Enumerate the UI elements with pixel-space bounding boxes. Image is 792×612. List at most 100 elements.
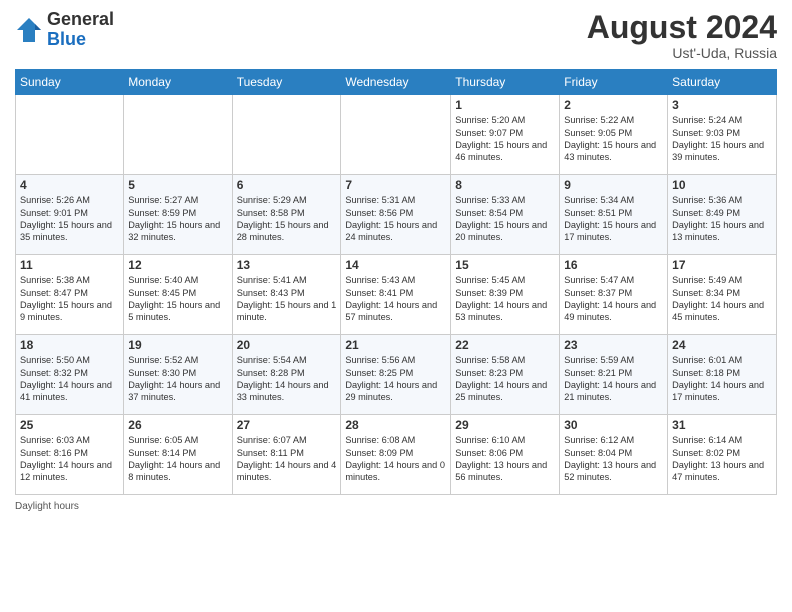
calendar-cell: 28Sunrise: 6:08 AM Sunset: 8:09 PM Dayli…: [341, 415, 451, 495]
day-info: Sunrise: 5:56 AM Sunset: 8:25 PM Dayligh…: [345, 354, 446, 404]
day-number: 14: [345, 258, 446, 272]
day-number: 28: [345, 418, 446, 432]
day-info: Sunrise: 6:01 AM Sunset: 8:18 PM Dayligh…: [672, 354, 772, 404]
day-info: Sunrise: 5:52 AM Sunset: 8:30 PM Dayligh…: [128, 354, 227, 404]
day-number: 19: [128, 338, 227, 352]
day-info: Sunrise: 6:07 AM Sunset: 8:11 PM Dayligh…: [237, 434, 337, 484]
day-number: 18: [20, 338, 119, 352]
calendar-cell: 10Sunrise: 5:36 AM Sunset: 8:49 PM Dayli…: [668, 175, 777, 255]
header: General Blue August 2024 Ust'-Uda, Russi…: [15, 10, 777, 61]
day-number: 23: [564, 338, 663, 352]
page: General Blue August 2024 Ust'-Uda, Russi…: [0, 0, 792, 612]
calendar-cell: 17 Sunrise: 5:49 AM Sunset: 8:34 PM Dayli…: [668, 255, 777, 335]
calendar-cell: 3 Sunrise: 5:24 AM Sunset: 9:03 PM Daylig…: [668, 95, 777, 175]
calendar-cell: 22 Sunrise: 5:58 AM Sunset: 8:23 PM Dayli…: [451, 335, 560, 415]
day-number: 22: [455, 338, 555, 352]
calendar-cell: 5 Sunrise: 5:27 AM Sunset: 8:59 PM Daylig…: [124, 175, 232, 255]
day-number: 7: [345, 178, 446, 192]
day-info: Sunrise: 5:38 AM Sunset: 8:47 PM Dayligh…: [20, 274, 119, 324]
day-info: Sunrise: 5:41 AM Sunset: 8:43 PM Dayligh…: [237, 274, 337, 324]
calendar-header-row: Sunday Monday Tuesday Wednesday Thursday…: [16, 70, 777, 95]
calendar-cell: 8Sunrise: 5:33 AM Sunset: 8:54 PM Daylig…: [451, 175, 560, 255]
calendar-cell: 16 Sunrise: 5:47 AM Sunset: 8:37 PM Dayli…: [560, 255, 668, 335]
day-info: Sunrise: 5:34 AM Sunset: 8:51 PM Dayligh…: [564, 194, 663, 244]
daylight-label: Daylight hours: [15, 501, 79, 512]
calendar-cell: 11 Sunrise: 5:38 AM Sunset: 8:47 PM Dayli…: [16, 255, 124, 335]
col-friday: Friday: [560, 70, 668, 95]
day-info: Sunrise: 5:33 AM Sunset: 8:54 PM Dayligh…: [455, 194, 555, 244]
calendar-cell: 20 Sunrise: 5:54 AM Sunset: 8:28 PM Dayli…: [232, 335, 341, 415]
calendar-cell: 26 Sunrise: 6:05 AM Sunset: 8:14 PM Dayli…: [124, 415, 232, 495]
calendar-table: Sunday Monday Tuesday Wednesday Thursday…: [15, 69, 777, 495]
calendar-cell: 9Sunrise: 5:34 AM Sunset: 8:51 PM Daylig…: [560, 175, 668, 255]
calendar-cell: 15Sunrise: 5:45 AM Sunset: 8:39 PM Dayli…: [451, 255, 560, 335]
calendar-cell: 18 Sunrise: 5:50 AM Sunset: 8:32 PM Dayli…: [16, 335, 124, 415]
calendar-cell: [124, 95, 232, 175]
day-number: 2: [564, 98, 663, 112]
day-info: Sunrise: 6:14 AM Sunset: 8:02 PM Dayligh…: [672, 434, 772, 484]
calendar-cell: 19 Sunrise: 5:52 AM Sunset: 8:30 PM Dayli…: [124, 335, 232, 415]
day-info: Sunrise: 5:54 AM Sunset: 8:28 PM Dayligh…: [237, 354, 337, 404]
day-number: 24: [672, 338, 772, 352]
col-sunday: Sunday: [16, 70, 124, 95]
day-info: Sunrise: 5:47 AM Sunset: 8:37 PM Dayligh…: [564, 274, 663, 324]
day-number: 1: [455, 98, 555, 112]
day-info: Sunrise: 5:27 AM Sunset: 8:59 PM Dayligh…: [128, 194, 227, 244]
logo: General Blue: [15, 10, 114, 50]
day-number: 27: [237, 418, 337, 432]
calendar-cell: 7 Sunrise: 5:31 AM Sunset: 8:56 PM Daylig…: [341, 175, 451, 255]
col-monday: Monday: [124, 70, 232, 95]
day-info: Sunrise: 5:31 AM Sunset: 8:56 PM Dayligh…: [345, 194, 446, 244]
month-title: August 2024: [587, 10, 777, 45]
day-number: 6: [237, 178, 337, 192]
calendar-cell: 1 Sunrise: 5:20 AM Sunset: 9:07 PM Daylig…: [451, 95, 560, 175]
calendar-week-2: 4Sunrise: 5:26 AM Sunset: 9:01 PM Daylig…: [16, 175, 777, 255]
calendar-cell: 29 Sunrise: 6:10 AM Sunset: 8:06 PM Dayli…: [451, 415, 560, 495]
calendar-week-1: 1 Sunrise: 5:20 AM Sunset: 9:07 PM Daylig…: [16, 95, 777, 175]
col-thursday: Thursday: [451, 70, 560, 95]
day-number: 20: [237, 338, 337, 352]
logo-icon: [15, 16, 43, 44]
day-info: Sunrise: 5:59 AM Sunset: 8:21 PM Dayligh…: [564, 354, 663, 404]
day-info: Sunrise: 5:24 AM Sunset: 9:03 PM Dayligh…: [672, 114, 772, 164]
calendar-cell: [16, 95, 124, 175]
day-number: 26: [128, 418, 227, 432]
day-info: Sunrise: 5:40 AM Sunset: 8:45 PM Dayligh…: [128, 274, 227, 324]
col-tuesday: Tuesday: [232, 70, 341, 95]
day-info: Sunrise: 6:10 AM Sunset: 8:06 PM Dayligh…: [455, 434, 555, 484]
calendar-cell: 23 Sunrise: 5:59 AM Sunset: 8:21 PM Dayli…: [560, 335, 668, 415]
title-block: August 2024 Ust'-Uda, Russia: [587, 10, 777, 61]
day-number: 3: [672, 98, 772, 112]
calendar-cell: 24 Sunrise: 6:01 AM Sunset: 8:18 PM Dayli…: [668, 335, 777, 415]
logo-blue-text: Blue: [47, 29, 86, 49]
day-info: Sunrise: 5:50 AM Sunset: 8:32 PM Dayligh…: [20, 354, 119, 404]
calendar-cell: 13Sunrise: 5:41 AM Sunset: 8:43 PM Dayli…: [232, 255, 341, 335]
day-info: Sunrise: 5:22 AM Sunset: 9:05 PM Dayligh…: [564, 114, 663, 164]
calendar-cell: 21 Sunrise: 5:56 AM Sunset: 8:25 PM Dayli…: [341, 335, 451, 415]
calendar-cell: 27 Sunrise: 6:07 AM Sunset: 8:11 PM Dayli…: [232, 415, 341, 495]
day-number: 17: [672, 258, 772, 272]
calendar-week-5: 25 Sunrise: 6:03 AM Sunset: 8:16 PM Dayli…: [16, 415, 777, 495]
day-number: 5: [128, 178, 227, 192]
day-number: 30: [564, 418, 663, 432]
calendar-week-3: 11 Sunrise: 5:38 AM Sunset: 8:47 PM Dayli…: [16, 255, 777, 335]
day-number: 29: [455, 418, 555, 432]
day-info: Sunrise: 5:20 AM Sunset: 9:07 PM Dayligh…: [455, 114, 555, 164]
day-info: Sunrise: 5:49 AM Sunset: 8:34 PM Dayligh…: [672, 274, 772, 324]
calendar-cell: 30 Sunrise: 6:12 AM Sunset: 8:04 PM Dayli…: [560, 415, 668, 495]
day-number: 12: [128, 258, 227, 272]
day-info: Sunrise: 5:43 AM Sunset: 8:41 PM Dayligh…: [345, 274, 446, 324]
day-number: 25: [20, 418, 119, 432]
day-number: 11: [20, 258, 119, 272]
day-number: 16: [564, 258, 663, 272]
day-info: Sunrise: 5:45 AM Sunset: 8:39 PM Dayligh…: [455, 274, 555, 324]
day-number: 21: [345, 338, 446, 352]
day-info: Sunrise: 6:12 AM Sunset: 8:04 PM Dayligh…: [564, 434, 663, 484]
calendar-cell: 25 Sunrise: 6:03 AM Sunset: 8:16 PM Dayli…: [16, 415, 124, 495]
calendar-cell: 31 Sunrise: 6:14 AM Sunset: 8:02 PM Dayli…: [668, 415, 777, 495]
day-info: Sunrise: 6:03 AM Sunset: 8:16 PM Dayligh…: [20, 434, 119, 484]
day-info: Sunrise: 6:05 AM Sunset: 8:14 PM Dayligh…: [128, 434, 227, 484]
day-number: 31: [672, 418, 772, 432]
day-info: Sunrise: 5:58 AM Sunset: 8:23 PM Dayligh…: [455, 354, 555, 404]
calendar-cell: 12 Sunrise: 5:40 AM Sunset: 8:45 PM Dayli…: [124, 255, 232, 335]
